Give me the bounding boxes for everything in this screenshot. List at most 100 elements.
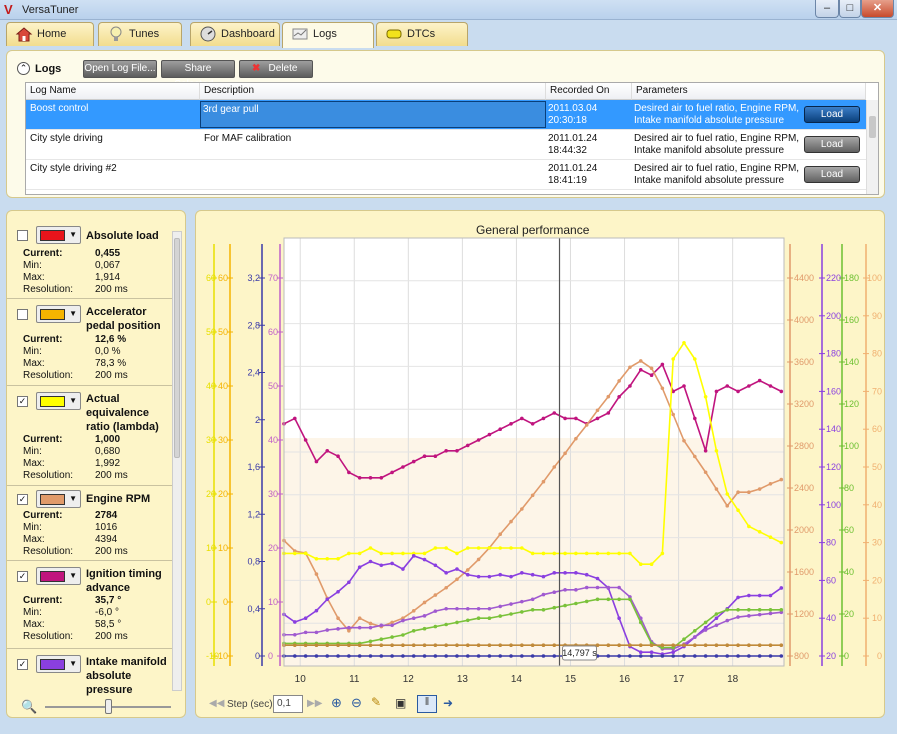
- color-picker[interactable]: ▼: [36, 567, 81, 585]
- series-point: [606, 551, 611, 556]
- sensor-accelerator-pedal-position: ▼ Accelerator pedal position Current: 12…: [7, 299, 175, 386]
- tab-logs[interactable]: Logs: [282, 22, 374, 48]
- color-swatch: [40, 309, 65, 320]
- column-header-recorded-on[interactable]: Recorded On: [546, 83, 632, 100]
- table-row[interactable]: Boost control 3rd gear pull 2011.03.04 2…: [26, 100, 866, 130]
- main-tabs: Home Tunes Dashboard Logs DTCs: [6, 22, 891, 48]
- series-point: [736, 389, 740, 394]
- series-point: [433, 624, 438, 629]
- load-button[interactable]: Load: [804, 106, 860, 123]
- axis-tick-label: 0: [844, 651, 849, 661]
- collapse-icon[interactable]: ⌃: [17, 62, 30, 75]
- series-point: [325, 557, 330, 561]
- series-point: [368, 621, 373, 626]
- series-point: [638, 643, 643, 647]
- axis-tick-label: 0: [255, 651, 260, 661]
- min-label: Min:: [23, 446, 42, 457]
- color-picker[interactable]: ▼: [36, 392, 81, 410]
- step-back-icon[interactable]: ◀◀: [209, 698, 224, 709]
- series-point: [476, 654, 481, 658]
- series-point: [671, 654, 675, 658]
- axis-tick-label: 10: [218, 543, 228, 553]
- color-picker[interactable]: ▼: [36, 655, 81, 673]
- tab-home[interactable]: Home: [6, 22, 94, 46]
- series-point: [401, 618, 405, 623]
- series-point: [747, 524, 751, 529]
- color-picker[interactable]: ▼: [36, 305, 81, 323]
- load-button[interactable]: Load: [804, 136, 860, 153]
- series-point: [693, 654, 697, 658]
- axis-tick-label: 4400: [794, 273, 814, 283]
- zoom-slider-thumb[interactable]: [105, 699, 112, 714]
- series-point: [498, 614, 503, 618]
- parameters-line-1: Desired air to fuel ratio, Engine RPM,: [634, 133, 800, 144]
- cursor-mode-icon[interactable]: ‖: [417, 695, 437, 713]
- color-picker[interactable]: ▼: [36, 490, 81, 508]
- step-forward-icon[interactable]: ▶▶: [307, 698, 322, 709]
- tab-dtcs[interactable]: DTCs: [376, 22, 468, 46]
- column-header-log-name[interactable]: Log Name: [26, 83, 200, 100]
- series-point: [703, 628, 708, 632]
- sensor-name: Ignition timing advance: [86, 568, 162, 594]
- series-point: [768, 654, 773, 658]
- tab-dashboard[interactable]: Dashboard: [190, 22, 280, 46]
- resolution-label: Resolution:: [23, 370, 74, 381]
- logs-table-scrollbar[interactable]: [866, 100, 878, 194]
- series-point: [530, 608, 535, 612]
- sensor-checkbox[interactable]: ✓: [17, 494, 28, 505]
- sensor-ignition-timing-advance: ✓ ▼ Ignition timing advance Current: 35,…: [7, 561, 175, 649]
- axis-tick-label: 100: [867, 273, 882, 283]
- sensor-checkbox[interactable]: ✓: [17, 659, 28, 670]
- close-button[interactable]: ✕: [861, 0, 894, 18]
- column-header-parameters[interactable]: Parameters: [632, 83, 866, 100]
- scrollbar-thumb[interactable]: [869, 116, 876, 138]
- column-header-description[interactable]: Description: [200, 83, 546, 100]
- sensor-checkbox[interactable]: ✓: [17, 571, 28, 582]
- maximize-button[interactable]: □: [839, 0, 861, 18]
- series-point: [465, 572, 470, 577]
- table-row[interactable]: City style driving #2 2011.01.24 18:41:1…: [26, 160, 866, 190]
- description-cell[interactable]: 3rd gear pull: [200, 101, 546, 128]
- share-selected-button[interactable]: Share Selected...: [161, 60, 235, 90]
- series-point: [433, 454, 438, 458]
- max-value: 1,914: [95, 272, 121, 283]
- chevron-down-icon: ▼: [69, 396, 77, 405]
- scrollbar-thumb[interactable]: [174, 238, 180, 458]
- series-point: [606, 654, 611, 658]
- series-point: [293, 643, 297, 647]
- camera-icon[interactable]: ▣: [395, 696, 406, 710]
- series-point: [336, 627, 340, 631]
- series-point: [455, 567, 459, 571]
- series-point: [736, 595, 740, 600]
- sensor-checkbox[interactable]: [17, 230, 28, 241]
- brush-icon[interactable]: ✎: [371, 695, 381, 709]
- performance-chart[interactable]: 10 11 12 13 14 15 16 17 18-100102030405060-10010…: [200, 236, 883, 692]
- table-row[interactable]: City style driving For MAF calibration 2…: [26, 130, 866, 160]
- zoom-out-icon[interactable]: ⊖: [351, 695, 362, 711]
- series-point: [703, 395, 708, 399]
- series-point: [476, 616, 481, 620]
- sensor-checkbox[interactable]: ✓: [17, 396, 28, 407]
- sensor-checkbox[interactable]: [17, 309, 28, 320]
- series-point: [671, 643, 675, 647]
- load-button[interactable]: Load: [804, 166, 860, 183]
- step-input[interactable]: 0,1: [273, 695, 303, 713]
- minimize-button[interactable]: –: [815, 0, 839, 18]
- series-point: [336, 643, 340, 647]
- tab-tunes[interactable]: Tunes: [98, 22, 182, 46]
- color-picker[interactable]: ▼: [36, 226, 81, 244]
- max-value: 78,3 %: [95, 358, 127, 369]
- series-point: [584, 423, 589, 427]
- arrow-right-icon[interactable]: ➜: [443, 696, 453, 710]
- open-log-file-button[interactable]: Open Log File...: [83, 60, 157, 78]
- series-point: [303, 551, 308, 556]
- delete-button[interactable]: ✖ Delete: [239, 60, 313, 78]
- series-point: [552, 411, 557, 415]
- axis-tick-label: 10: [206, 543, 216, 553]
- sidebar-scrollbar[interactable]: [172, 231, 182, 691]
- series-point: [455, 606, 459, 611]
- series-point: [541, 416, 546, 421]
- sensor-actual-equivalence-ratio: ✓ ▼ Actual equivalence ratio (lambda) Cu…: [7, 386, 175, 486]
- zoom-in-icon[interactable]: ⊕: [331, 695, 342, 711]
- series-point: [379, 476, 384, 480]
